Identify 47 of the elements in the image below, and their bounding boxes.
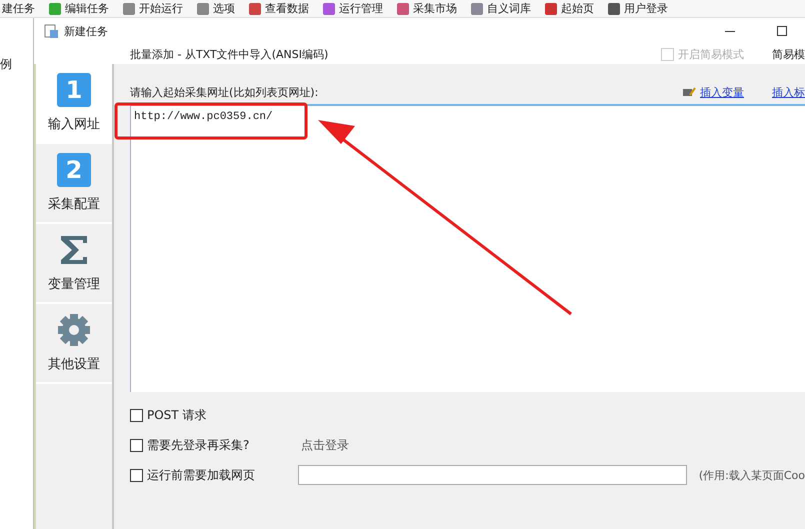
- number-icon: 2: [57, 153, 91, 187]
- toolbar-button[interactable]: 选项: [213, 1, 235, 16]
- checkbox-label: 需要先登录再采集?: [147, 436, 250, 454]
- nav-item[interactable]: 1 输入网址: [36, 64, 112, 144]
- login-link[interactable]: 点击登录: [301, 436, 349, 454]
- nav-item[interactable]: 变量管理: [36, 224, 112, 304]
- simple-mode-button[interactable]: 简易模: [772, 46, 805, 62]
- url-textarea[interactable]: http://www.pc0359.cn/: [130, 104, 805, 392]
- toolbar-button[interactable]: 建任务: [2, 1, 35, 16]
- toolbar-button[interactable]: 编辑任务: [65, 1, 109, 16]
- toolbar-button[interactable]: 用户登录: [624, 1, 668, 16]
- batch-add-link[interactable]: 批量添加 - 从TXT文件中导入(ANSI编码): [130, 46, 328, 62]
- checkbox[interactable]: [130, 468, 143, 482]
- toolbar-icon[interactable]: [545, 2, 557, 14]
- minimize-icon[interactable]: [725, 30, 735, 32]
- toolbar-icon[interactable]: [323, 2, 335, 14]
- toolbar-button[interactable]: 查看数据: [265, 1, 309, 16]
- toolbar-icon[interactable]: [608, 2, 620, 14]
- insert-link[interactable]: 插入标: [772, 84, 805, 100]
- toolbar-button[interactable]: 运行管理: [339, 1, 383, 16]
- hint-text: (作用:载入某页面Coo: [698, 468, 805, 482]
- panel-text: 例: [0, 57, 12, 71]
- checkbox[interactable]: [130, 408, 143, 422]
- toolbar-icon[interactable]: [471, 2, 483, 14]
- toolbar-button[interactable]: 自义词库: [487, 1, 531, 16]
- toolbar-button[interactable]: 开始运行: [139, 1, 183, 16]
- toolbar-icon[interactable]: [123, 2, 135, 14]
- url-field[interactable]: [298, 465, 687, 485]
- toolbar-button[interactable]: 采集市场: [413, 1, 457, 16]
- edit-icon: [682, 86, 696, 98]
- checkbox-label: 开启简易模式: [678, 46, 744, 62]
- window-title: 新建任务: [64, 24, 108, 38]
- field-label: 请输入起始采集网址(比如列表页网址):: [130, 84, 318, 100]
- maximize-icon[interactable]: [777, 26, 787, 36]
- gear-icon: [57, 313, 91, 347]
- insert-link[interactable]: 插入变量: [700, 84, 744, 100]
- toolbar-icon[interactable]: [397, 2, 409, 14]
- toolbar-icon[interactable]: [197, 2, 209, 14]
- checkbox-label: POST 请求: [147, 406, 206, 424]
- nav-item[interactable]: 2 采集配置: [36, 144, 112, 224]
- nav-item[interactable]: 其他设置: [36, 304, 112, 384]
- window-icon: [44, 24, 58, 38]
- checkbox-label: 运行前需要加载网页: [147, 466, 256, 484]
- checkbox[interactable]: [130, 438, 143, 452]
- toolbar-icon[interactable]: [249, 2, 261, 14]
- number-icon: 1: [57, 73, 91, 107]
- toolbar-button[interactable]: 起始页: [561, 1, 594, 16]
